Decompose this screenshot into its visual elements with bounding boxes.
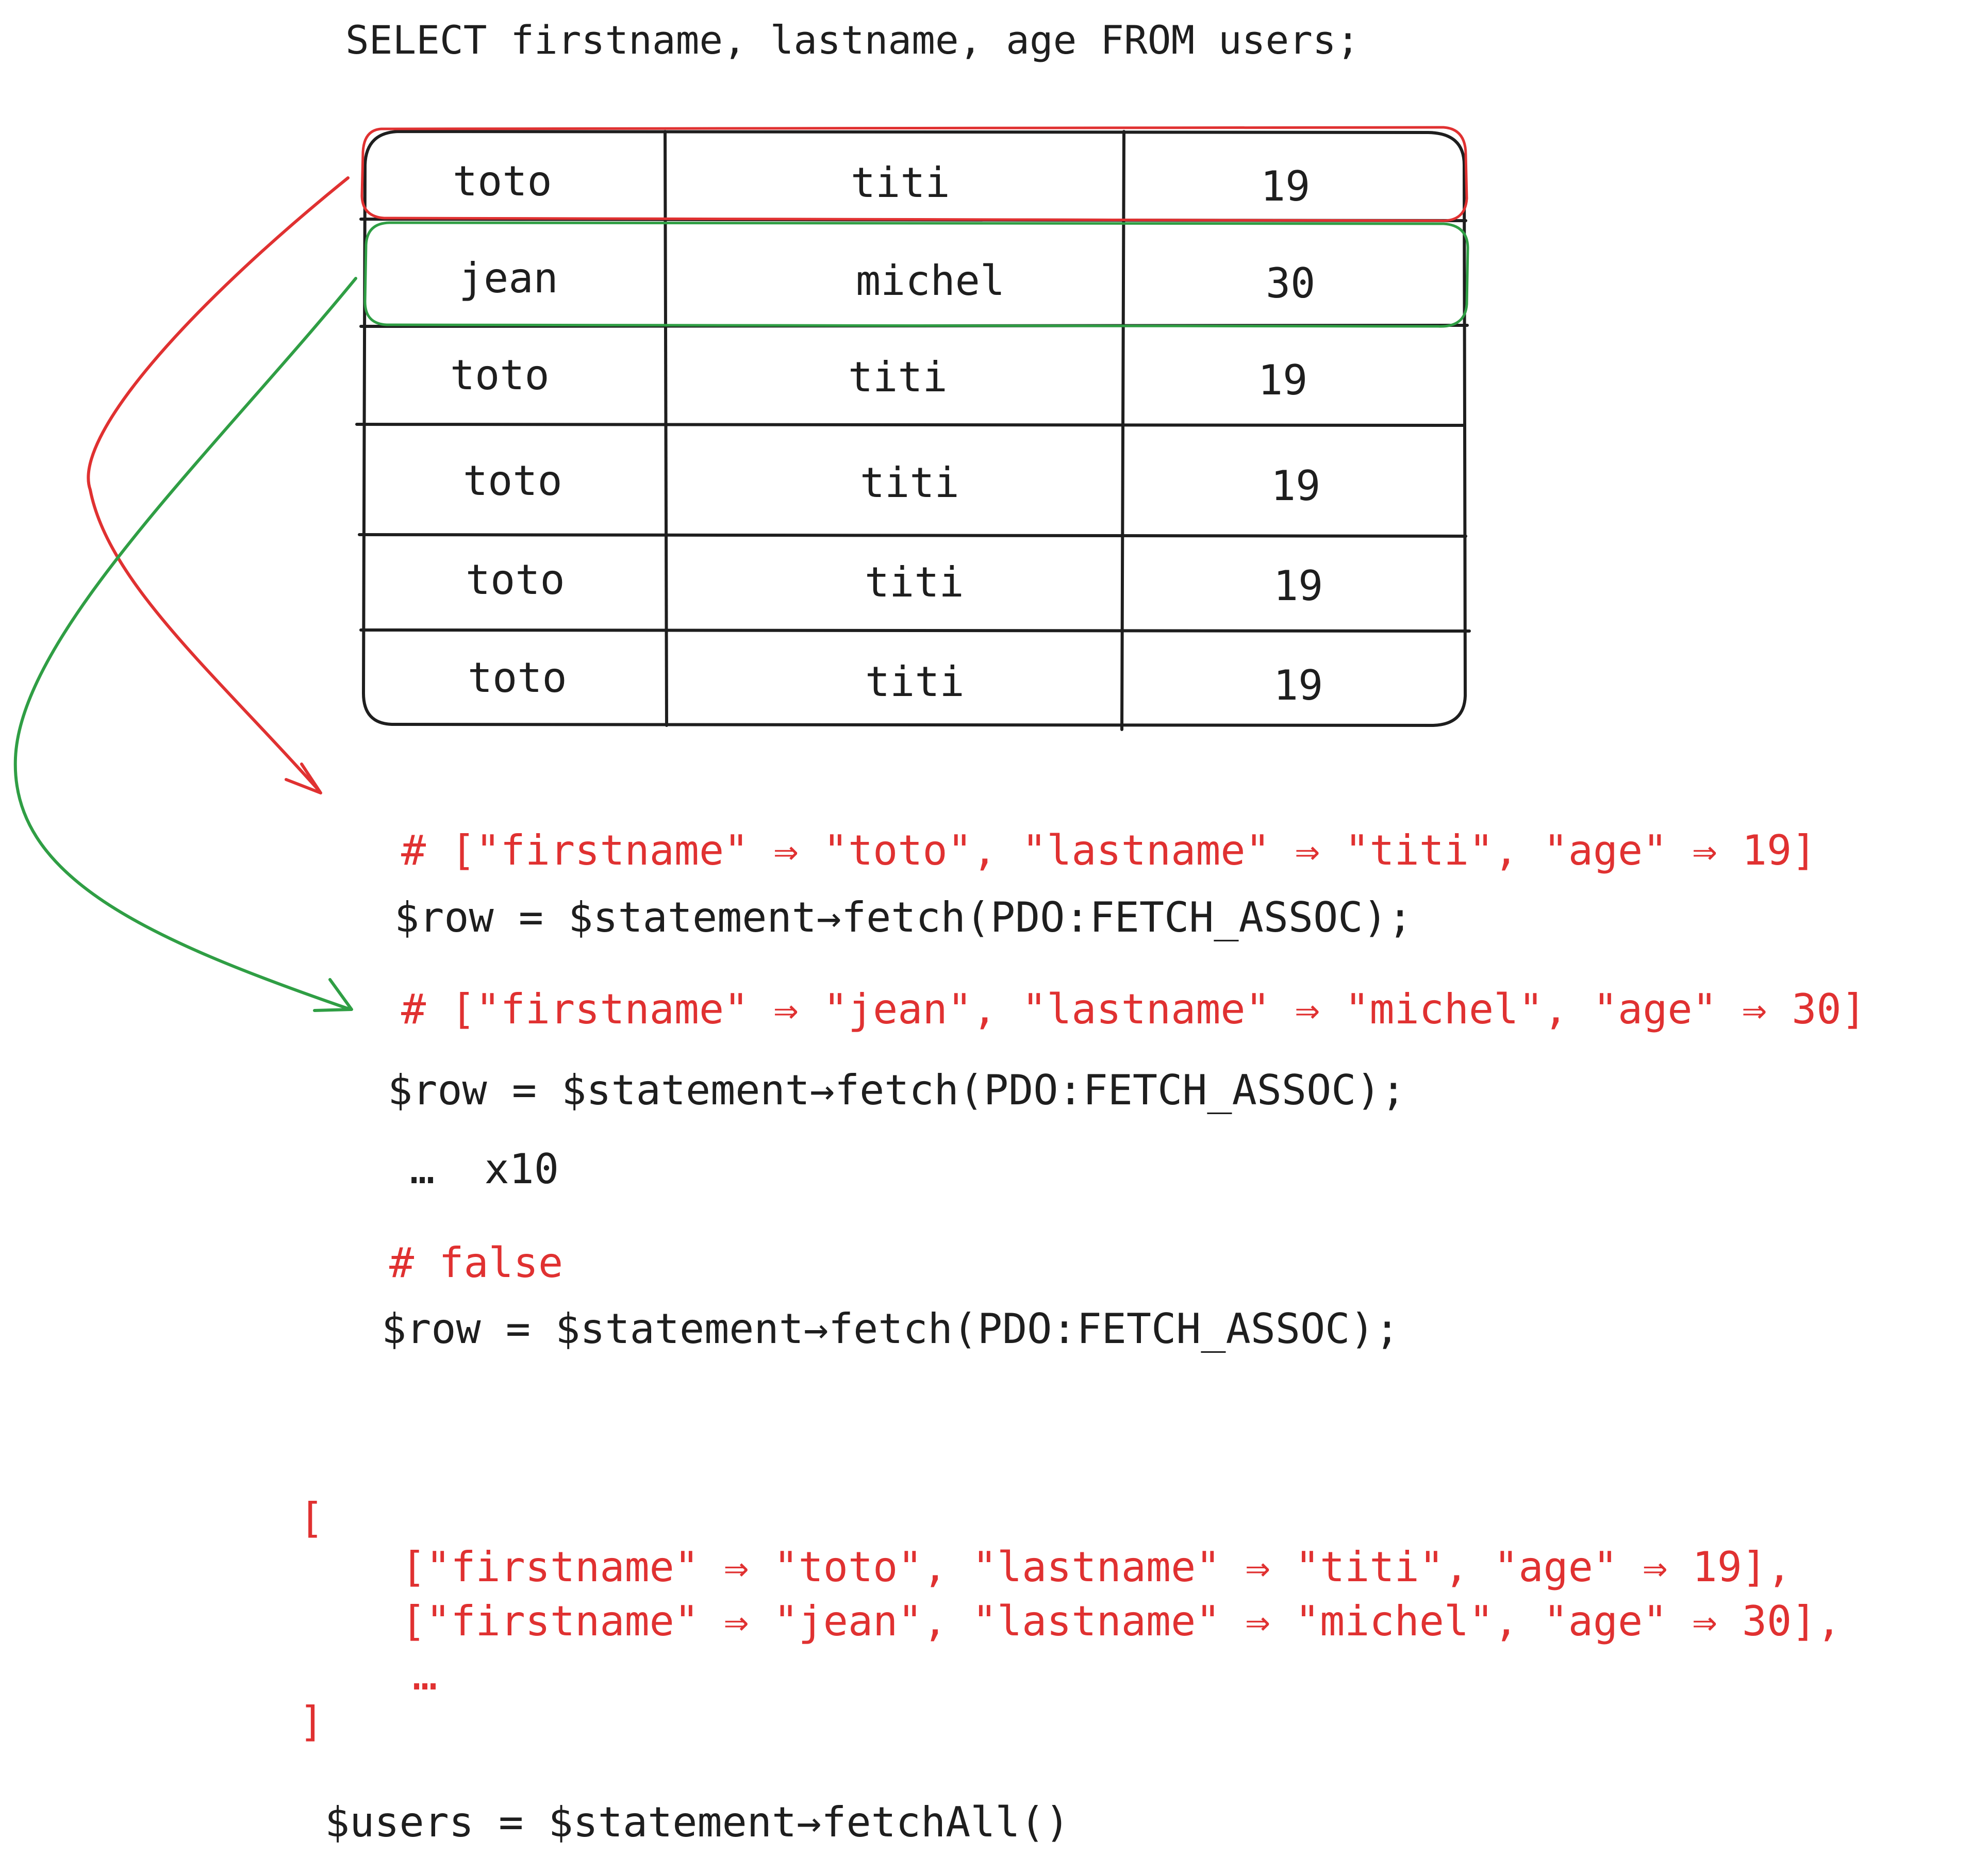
second-fetch-arrowhead — [313, 978, 353, 1012]
first-fetch-code: $row = $statement→fetch(PDO:FETCH_ASSOC)… — [394, 893, 1413, 941]
first-fetch-arrow — [87, 176, 350, 793]
final-fetch-code: $row = $statement→fetch(PDO:FETCH_ASSOC)… — [382, 1305, 1400, 1353]
second-fetch-result-comment: # ["firstname" ⇒ "jean", "lastname" ⇒ "m… — [401, 985, 1866, 1033]
cell-firstname: toto — [463, 457, 562, 505]
cell-lastname: titi — [865, 558, 964, 606]
cell-lastname: titi — [865, 658, 965, 706]
cell-firstname: toto — [450, 351, 550, 399]
fetch-all-open-bracket: [ — [299, 1494, 324, 1542]
cell-age: 19 — [1261, 162, 1311, 210]
cell-age: 19 — [1258, 356, 1308, 404]
cell-lastname: michel — [856, 257, 1005, 305]
final-fetch-result-comment: # false — [389, 1239, 564, 1287]
cell-age: 19 — [1273, 562, 1323, 610]
cell-firstname: toto — [453, 157, 552, 205]
fetch-all-row-1: ["firstname" ⇒ "toto", "lastname" ⇒ "tit… — [401, 1543, 1792, 1591]
fetch-all-close-bracket: ] — [299, 1698, 324, 1746]
row-divider — [355, 423, 1466, 427]
row-divider — [359, 628, 1471, 633]
fetch-all-ellipsis: … — [412, 1651, 438, 1699]
cell-firstname: toto — [466, 556, 565, 604]
cell-lastname: titi — [851, 159, 950, 207]
cell-age: 19 — [1273, 661, 1323, 709]
cell-age: 19 — [1271, 462, 1321, 510]
fetch-all-code: $users = $statement→fetchAll() — [325, 1798, 1070, 1846]
repeat-note: … x10 — [410, 1145, 559, 1193]
cell-firstname: jean — [459, 254, 558, 302]
fetch-all-row-2: ["firstname" ⇒ "jean", "lastname" ⇒ "mic… — [401, 1597, 1842, 1645]
column-divider — [1120, 130, 1125, 731]
cell-lastname: titi — [860, 459, 959, 507]
cell-lastname: titi — [848, 353, 948, 401]
first-fetch-result-comment: # ["firstname" ⇒ "toto", "lastname" ⇒ "t… — [401, 826, 1817, 874]
row-divider — [358, 533, 1467, 538]
second-fetch-code: $row = $statement→fetch(PDO:FETCH_ASSOC)… — [388, 1066, 1406, 1114]
cell-age: 30 — [1266, 259, 1316, 307]
cell-firstname: toto — [468, 654, 567, 702]
column-divider — [664, 130, 668, 727]
